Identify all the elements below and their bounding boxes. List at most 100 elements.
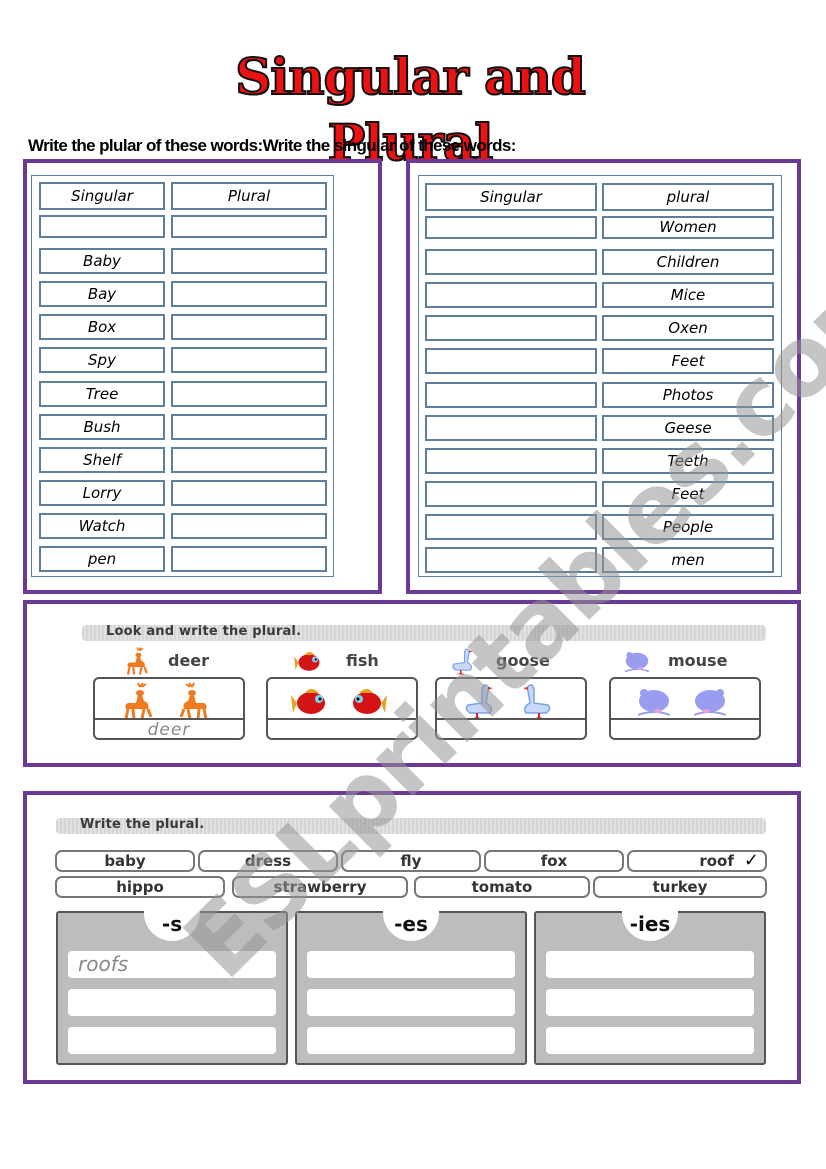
word-chip: dress [198, 850, 338, 872]
plural-cell[interactable] [171, 215, 327, 238]
suffix-label: -ies [622, 907, 678, 941]
suffix-label: -es [383, 907, 439, 941]
plural-cell: Geese [602, 414, 774, 441]
plural-cell[interactable] [171, 446, 327, 473]
singular-cell[interactable] [425, 249, 597, 276]
goose-pair [457, 681, 559, 721]
deer-icon [120, 646, 154, 680]
singular-cell: Lorry [39, 479, 165, 506]
fish-icon [292, 646, 326, 680]
worksheet-title: Singular and Plural [234, 46, 587, 173]
plural-cell: Oxen [602, 315, 774, 342]
animal-word: goose [496, 651, 550, 670]
word-chip: fox [484, 850, 624, 872]
suffix-column: -ies [534, 907, 766, 1065]
header-plural: plural [602, 183, 774, 211]
suffix-column: -s roofs [56, 907, 288, 1065]
plural-cell[interactable] [171, 281, 327, 308]
plural-cell[interactable] [171, 248, 327, 275]
singular-cell: Box [39, 314, 165, 341]
answer-field[interactable] [268, 721, 416, 739]
picture-answer-box [435, 677, 587, 740]
answer-slot[interactable] [546, 951, 754, 978]
header-singular: Singular [39, 182, 165, 210]
plural-cell[interactable] [171, 546, 327, 572]
answer-field[interactable] [611, 721, 759, 739]
answer-slot[interactable]: roofs [68, 951, 276, 978]
word-label: dress [244, 852, 292, 870]
word-label: hippo [116, 878, 164, 896]
animal-word: fish [346, 651, 379, 670]
write-heading-bar: Write the plural. [56, 817, 766, 834]
singular-cell: Watch [39, 512, 165, 539]
mouse-icon [620, 646, 654, 680]
answer-slot[interactable] [546, 1027, 754, 1054]
singular-cell: Tree [39, 380, 165, 407]
picture-answer-box: deer [93, 677, 245, 740]
answer-field[interactable]: deer [95, 721, 243, 739]
answer-slot[interactable] [307, 951, 515, 978]
word-chip: tomato [414, 876, 590, 898]
plural-cell: People [602, 513, 774, 540]
animal-word: deer [168, 651, 210, 670]
singular-cell: Bush [39, 413, 165, 440]
singular-cell[interactable] [425, 480, 597, 507]
singular-cell[interactable] [39, 215, 165, 238]
answer-field[interactable] [437, 721, 585, 739]
plural-cell[interactable] [171, 314, 327, 341]
word-chip: turkey [593, 876, 767, 898]
write-heading: Write the plural. [80, 817, 205, 832]
word-chip: strawberry [232, 876, 408, 898]
answer-slot[interactable] [307, 989, 515, 1016]
word-label: roof [699, 852, 734, 870]
header-plural: Plural [171, 182, 327, 210]
fish-pair [288, 681, 390, 721]
answer-divider [437, 718, 585, 720]
plural-cell: Children [602, 249, 774, 276]
singular-cell[interactable] [425, 282, 597, 309]
header-singular: Singular [425, 183, 597, 211]
singular-cell[interactable] [425, 216, 597, 239]
singular-cell: pen [39, 546, 165, 572]
answer-slot[interactable] [307, 1027, 515, 1054]
animal-word: mouse [668, 651, 728, 670]
look-heading: Look and write the plural. [106, 624, 302, 639]
word-chip: roof ✓ [627, 850, 767, 872]
answer-slot[interactable] [68, 989, 276, 1016]
word-label: fox [540, 852, 568, 870]
mouse-pair [631, 681, 733, 721]
word-label: turkey [652, 878, 708, 896]
singular-cell[interactable] [425, 547, 597, 573]
plural-cell: men [602, 547, 774, 573]
look-heading-bar: Look and write the plural. [82, 624, 766, 641]
word-label: strawberry [273, 878, 367, 896]
instruction-text: Write the plular of these words:Write th… [28, 136, 516, 155]
plural-cell[interactable] [171, 380, 327, 407]
plural-cell: Feet [602, 480, 774, 507]
answer-slot[interactable] [546, 989, 754, 1016]
singular-cell[interactable] [425, 447, 597, 474]
suffix-label: -s [144, 907, 200, 941]
plural-cell[interactable] [171, 479, 327, 506]
plural-cell: Teeth [602, 447, 774, 474]
singular-cell[interactable] [425, 315, 597, 342]
plural-cell: Feet [602, 348, 774, 375]
singular-cell[interactable] [425, 513, 597, 540]
plural-cell[interactable] [171, 413, 327, 440]
plural-cell[interactable] [171, 347, 327, 374]
word-chip: fly [341, 850, 481, 872]
word-chip: hippo [55, 876, 225, 898]
singular-cell[interactable] [425, 348, 597, 375]
answer-divider [611, 718, 759, 720]
answer-slot[interactable] [68, 1027, 276, 1054]
suffix-column: -es [295, 907, 527, 1065]
singular-cell[interactable] [425, 414, 597, 441]
plural-cell[interactable] [171, 512, 327, 539]
plural-cell: Women [602, 216, 774, 239]
singular-cell: Bay [39, 281, 165, 308]
word-label: baby [104, 852, 146, 870]
goose-icon [446, 646, 480, 680]
singular-cell[interactable] [425, 381, 597, 408]
plural-cell: Mice [602, 282, 774, 309]
answer-divider [268, 718, 416, 720]
